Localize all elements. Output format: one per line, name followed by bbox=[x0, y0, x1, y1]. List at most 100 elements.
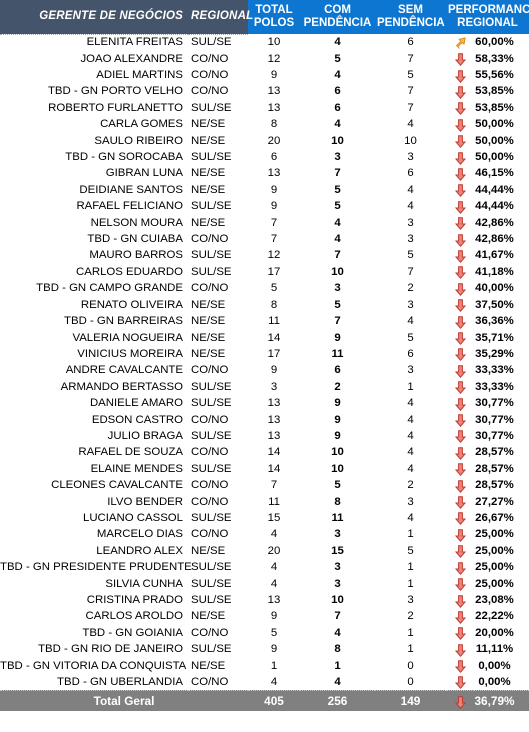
cell-performance-regional: 0,00% bbox=[478, 659, 511, 672]
cell-gerente-de-negocios: ROBERTO FURLANETTO bbox=[48, 101, 183, 114]
cell-gerente-de-negocios: CLEONES CAVALCANTE bbox=[51, 479, 183, 492]
header-regional[interactable]: REGIONAL bbox=[188, 0, 253, 35]
cell-trend-icon bbox=[446, 362, 474, 378]
cell-com-pendencia: 7 bbox=[334, 315, 341, 328]
cell-gerente-de-negocios: LEANDRO ALEX bbox=[96, 544, 183, 557]
cell-trend-icon bbox=[446, 83, 474, 99]
cell-gerente-de-negocios: CRISTINA PRADO bbox=[86, 594, 183, 607]
cell-performance-regional: 30,77% bbox=[475, 429, 514, 442]
cell-gerente-de-negocios: MAURO BARROS bbox=[89, 249, 183, 262]
cell-regional: CO/NO bbox=[191, 528, 229, 541]
cell-performance-regional: 30,77% bbox=[475, 413, 514, 426]
cell-sem-pendencia: 1 bbox=[407, 643, 414, 656]
total-label: Total Geral bbox=[0, 689, 248, 712]
cell-total-polos: 9 bbox=[270, 200, 278, 213]
table-row: TBD - GN BARREIRAS NE/SE 11 7 4 36,36% bbox=[0, 313, 529, 329]
cell-performance-regional: 55,56% bbox=[475, 69, 514, 82]
cell-performance-regional: 41,67% bbox=[475, 249, 514, 262]
arrow-down-icon bbox=[454, 315, 467, 329]
table-row: TBD - GN GOIANIA CO/NO 5 4 1 20,00% bbox=[0, 625, 529, 641]
arrow-down-icon bbox=[454, 332, 467, 345]
cell-regional: CO/NO bbox=[191, 675, 229, 688]
cell-performance-regional: 35,71% bbox=[475, 331, 514, 344]
cell-regional: NE/SE bbox=[191, 118, 226, 131]
arrow-down-icon bbox=[454, 135, 467, 149]
cell-gerente-de-negocios: RAFAEL DE SOUZA bbox=[78, 446, 183, 459]
table-row: VINICIUS MOREIRA NE/SE 17 11 6 35,29% bbox=[0, 346, 529, 362]
arrow-down-icon bbox=[454, 201, 467, 214]
table-row: RAFAEL DE SOUZA CO/NO 14 10 4 28,57% bbox=[0, 444, 529, 460]
cell-total-polos: 4 bbox=[270, 577, 278, 590]
header-performance-regional[interactable]: PERFORMANCE REGIONAL bbox=[446, 0, 529, 34]
arrow-down-icon bbox=[454, 463, 467, 477]
cell-regional: NE/SE bbox=[191, 134, 226, 147]
cell-performance-regional: 25,00% bbox=[475, 577, 514, 590]
cell-sem-pendencia: 2 bbox=[407, 282, 414, 295]
cell-trend-icon bbox=[446, 674, 474, 690]
cell-sem-pendencia: 1 bbox=[407, 528, 414, 541]
cell-trend-icon bbox=[446, 346, 474, 362]
cell-performance-regional: 58,33% bbox=[475, 52, 514, 65]
table-row: ARMANDO BERTASSO SUL/SE 3 2 1 33,33% bbox=[0, 379, 529, 395]
cell-sem-pendencia: 7 bbox=[407, 85, 414, 98]
cell-sem-pendencia: 3 bbox=[407, 151, 414, 164]
cell-total-polos: 13 bbox=[267, 101, 281, 114]
table-row: TBD - GN PRESIDENTE PRUDENTE SUL/SE 4 3 1 25,… bbox=[0, 559, 529, 575]
header-gerente-de-negocios[interactable]: GERENTE DE NEGÓCIOS bbox=[0, 0, 188, 35]
cell-performance-regional: 60,00% bbox=[475, 36, 514, 49]
cell-performance-regional: 41,18% bbox=[475, 265, 514, 278]
cell-trend-icon bbox=[446, 67, 474, 83]
cell-com-pendencia: 4 bbox=[334, 36, 341, 49]
cell-sem-pendencia: 1 bbox=[407, 561, 414, 574]
cell-performance-regional: 42,86% bbox=[475, 216, 514, 229]
cell-performance-regional: 50,00% bbox=[475, 134, 514, 147]
cell-regional: NE/SE bbox=[191, 167, 226, 180]
arrow-down-icon bbox=[454, 233, 467, 247]
cell-total-polos: 9 bbox=[270, 364, 278, 377]
arrow-down-icon bbox=[454, 217, 467, 231]
cell-gerente-de-negocios: TBD - GN SOROCABA bbox=[65, 151, 183, 164]
cell-com-pendencia: 10 bbox=[331, 594, 344, 607]
arrow-down-icon bbox=[454, 447, 467, 460]
cell-sem-pendencia: 4 bbox=[407, 446, 414, 459]
cell-com-pendencia: 3 bbox=[334, 561, 341, 574]
cell-com-pendencia: 2 bbox=[334, 380, 341, 393]
cell-gerente-de-negocios: GIBRAN LUNA bbox=[105, 167, 183, 180]
total-polos-value: 405 bbox=[248, 689, 300, 712]
cell-trend-icon bbox=[446, 625, 474, 641]
header-sem-pendencia[interactable]: SEM PENDÊNCIA bbox=[375, 0, 446, 34]
cell-total-polos: 5 bbox=[270, 626, 278, 639]
cell-sem-pendencia: 1 bbox=[407, 380, 414, 393]
cell-performance-regional: 33,33% bbox=[475, 364, 514, 377]
cell-com-pendencia: 10 bbox=[331, 265, 344, 278]
cell-trend-icon bbox=[446, 395, 474, 411]
header-com-pendencia-line1: COM bbox=[324, 4, 351, 16]
cell-regional: CO/NO bbox=[191, 413, 229, 426]
cell-sem-pendencia: 4 bbox=[407, 413, 414, 426]
cell-gerente-de-negocios: SILVIA CUNHA bbox=[105, 577, 183, 590]
cell-sem-pendencia: 0 bbox=[407, 675, 414, 688]
cell-trend-icon bbox=[446, 608, 474, 624]
cell-trend-icon bbox=[446, 165, 474, 181]
table-row: TBD - GN RIO DE JANEIRO SUL/SE 9 8 1 11,11% bbox=[0, 641, 529, 657]
cell-sem-pendencia: 3 bbox=[407, 364, 414, 377]
cell-performance-regional: 36,36% bbox=[475, 315, 514, 328]
cell-sem-pendencia: 0 bbox=[407, 659, 414, 672]
cell-trend-icon bbox=[446, 132, 474, 149]
table-row: TBD - GN PORTO VELHO CO/NO 13 6 7 53,85% bbox=[0, 83, 529, 99]
cell-com-pendencia: 4 bbox=[334, 626, 341, 639]
cell-sem-pendencia: 6 bbox=[407, 347, 414, 360]
cell-total-polos: 13 bbox=[267, 85, 281, 98]
cell-total-polos: 1 bbox=[270, 659, 278, 672]
pivot-table-container: GERENTE DE NEGÓCIOS REGIONAL TOTAL POLOS… bbox=[0, 0, 529, 732]
cell-gerente-de-negocios: TBD - GN BARREIRAS bbox=[64, 315, 183, 328]
header-com-pendencia[interactable]: COM PENDÊNCIA bbox=[300, 0, 375, 34]
cell-gerente-de-negocios: CARLOS EDUARDO bbox=[76, 265, 183, 278]
table-row: EDSON CASTRO CO/NO 13 9 4 30,77% bbox=[0, 411, 529, 427]
cell-trend-icon bbox=[446, 34, 474, 50]
table-row: ELENITA FREITAS SUL/SE 10 4 6 60,00% bbox=[0, 34, 529, 50]
header-total-polos[interactable]: TOTAL POLOS bbox=[248, 0, 300, 34]
cell-performance-regional: 11,11% bbox=[475, 643, 514, 656]
cell-com-pendencia: 5 bbox=[334, 52, 341, 65]
arrow-down-icon bbox=[454, 479, 467, 493]
